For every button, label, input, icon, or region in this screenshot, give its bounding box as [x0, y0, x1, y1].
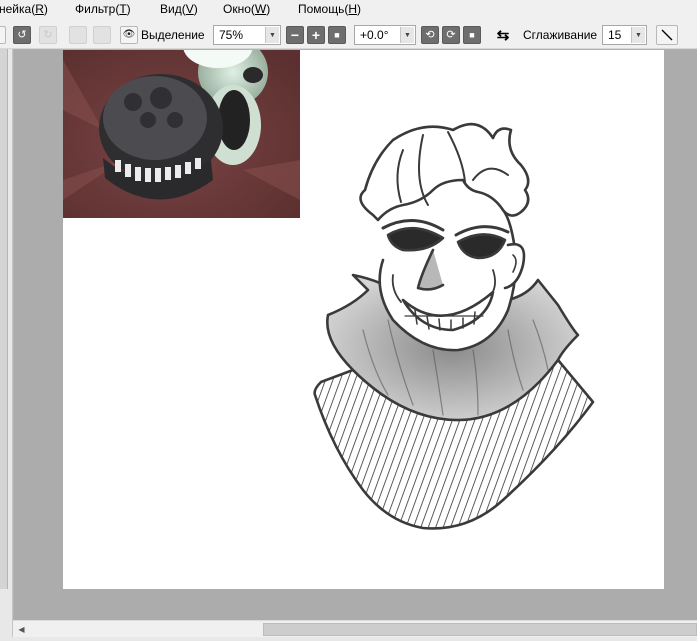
reference-image	[63, 50, 300, 218]
rotate-right-icon: ⟳	[446, 28, 456, 41]
chevron-left-icon: ◀	[18, 625, 25, 634]
rotation-select[interactable]: +0.0° ▼	[354, 25, 416, 45]
copy-button[interactable]	[93, 26, 111, 44]
chevron-down-icon: ▼	[265, 27, 279, 43]
zoom-out-button[interactable]: −	[286, 26, 304, 44]
chevron-down-icon: ▼	[400, 27, 414, 43]
square-icon: ■	[334, 29, 340, 40]
smoothing-label: Сглаживание	[523, 28, 598, 42]
reference-image-layer	[63, 50, 300, 218]
eye-icon: 👁	[122, 29, 136, 40]
square-icon: ■	[469, 29, 475, 40]
redo-button[interactable]: ↻	[39, 26, 57, 44]
paint-app-window: нейка(R) Фильтр(T) Вид(V) Окно(W) Помощь…	[0, 0, 697, 641]
cut-button[interactable]	[69, 26, 87, 44]
redo-icon: ↻	[43, 28, 53, 41]
toolbar: ↺ ↻ 👁 Выделение 75% ▼ − + ■ +0.0° ▼ ⟲ ⟳ …	[0, 20, 697, 49]
selection-label: Выделение	[141, 28, 205, 42]
menu-window[interactable]: Окно(W)	[223, 2, 270, 16]
drawing-canvas[interactable]	[63, 50, 664, 589]
canvas-viewport[interactable]	[13, 49, 697, 620]
smoothing-select[interactable]: 15 ▼	[602, 25, 647, 45]
zoom-in-button[interactable]: +	[307, 26, 325, 44]
menu-help[interactable]: Помощь(H)	[298, 2, 361, 16]
scroll-left-button[interactable]: ◀	[15, 623, 28, 636]
rotate-right-button[interactable]: ⟳	[442, 26, 460, 44]
menu-filter[interactable]: Фильтр(T)	[75, 2, 131, 16]
menu-bar: нейка(R) Фильтр(T) Вид(V) Окно(W) Помощь…	[0, 0, 697, 20]
rotate-left-icon: ⟲	[425, 28, 435, 41]
horizontal-scrollbar[interactable]: ◀	[13, 620, 697, 637]
menu-view[interactable]: Вид(V)	[160, 2, 198, 16]
plus-icon: +	[311, 27, 321, 43]
undo-button[interactable]: ↺	[13, 26, 31, 44]
rotate-reset-button[interactable]: ■	[463, 26, 481, 44]
minus-icon: −	[290, 27, 300, 43]
chevron-down-icon: ▼	[631, 27, 645, 43]
menu-layer[interactable]: нейка(R)	[0, 2, 48, 16]
zoom-reset-button[interactable]: ■	[328, 26, 346, 44]
flip-horizontal-button[interactable]: ⇆	[493, 26, 513, 44]
rotate-left-button[interactable]: ⟲	[421, 26, 439, 44]
toolbar-left-edge-button[interactable]	[0, 26, 6, 44]
diagonal-line-icon	[661, 29, 673, 41]
bottom-border	[0, 637, 697, 641]
zoom-select[interactable]: 75% ▼	[213, 25, 281, 45]
left-panel-edge	[0, 49, 13, 641]
flip-icon: ⇆	[496, 26, 510, 44]
horizontal-scrollbar-thumb[interactable]	[263, 623, 697, 636]
character-sketch	[313, 122, 595, 530]
line-tool-button[interactable]	[656, 25, 678, 45]
left-panel-scrollbar[interactable]	[0, 49, 8, 589]
undo-icon: ↺	[17, 28, 27, 41]
selection-visibility-button[interactable]: 👁	[120, 26, 138, 44]
